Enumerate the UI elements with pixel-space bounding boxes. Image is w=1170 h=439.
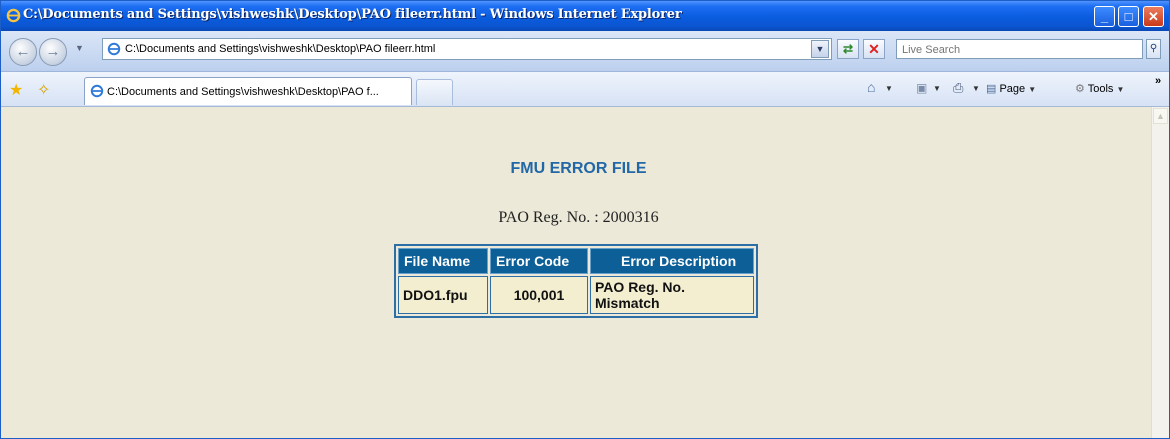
cell-error-code: 100,001 [490, 276, 588, 314]
new-tab-button[interactable] [416, 79, 453, 105]
page-heading: FMU ERROR FILE [510, 160, 647, 177]
column-header-error-code: Error Code [490, 248, 588, 274]
close-button[interactable]: ✕ [1143, 6, 1164, 27]
refresh-button[interactable]: ⇄ [837, 39, 859, 59]
forward-button[interactable]: → [39, 38, 67, 66]
chevron-up-icon: ▲ [1156, 111, 1165, 121]
cell-file-name: DDO1.fpu [398, 276, 488, 314]
ie-logo-icon [6, 8, 21, 23]
back-button[interactable]: ← [9, 38, 37, 66]
home-icon[interactable]: ⌂ [867, 79, 875, 95]
back-arrow-icon: ← [15, 43, 31, 60]
scroll-up-button[interactable]: ▲ [1153, 108, 1168, 124]
page-menu-button[interactable]: ▤ Page ▼ [986, 82, 1036, 95]
tab-label: C:\Documents and Settings\vishweshk\Desk… [107, 86, 379, 98]
maximize-icon: □ [1124, 9, 1133, 24]
stop-icon: ✕ [868, 41, 880, 57]
address-field[interactable]: C:\Documents and Settings\vishweshk\Desk… [102, 38, 832, 60]
pao-reg-number: PAO Reg. No. : 2000316 [498, 209, 659, 226]
table-row: DDO1.fpu 100,001 PAO Reg. No. Mismatch [398, 276, 754, 314]
close-icon: ✕ [1148, 9, 1159, 24]
refresh-icon: ⇄ [842, 42, 854, 56]
search-field[interactable] [896, 39, 1143, 59]
tools-menu-button[interactable]: ⚙ Tools ▼ [1075, 82, 1124, 95]
feeds-icon[interactable]: ▣ [916, 81, 927, 95]
vertical-scrollbar[interactable]: ▲ [1151, 107, 1169, 438]
page-icon: ▤ [986, 83, 997, 95]
stop-button[interactable]: ✕ [863, 39, 885, 59]
address-dropdown-button[interactable]: ▼ [811, 40, 829, 58]
toolbar-overflow-icon[interactable]: » [1155, 75, 1161, 87]
column-header-error-description: Error Description [590, 248, 754, 274]
forward-arrow-icon: → [45, 43, 61, 60]
page-menu-label: Page [999, 83, 1026, 95]
add-favorite-icon[interactable]: ✧ [37, 80, 50, 100]
home-dropdown-icon[interactable]: ▼ [885, 82, 893, 94]
chevron-down-icon: ▼ [1028, 85, 1037, 94]
recent-pages-dropdown-icon[interactable]: ▼ [75, 43, 84, 53]
maximize-button[interactable]: □ [1118, 6, 1139, 27]
chevron-down-icon: ▼ [815, 44, 825, 54]
print-dropdown-icon[interactable]: ▼ [972, 82, 980, 94]
address-url: C:\Documents and Settings\vishweshk\Desk… [125, 43, 436, 55]
table-header-row: File Name Error Code Error Description [398, 248, 754, 274]
cell-error-description: PAO Reg. No. Mismatch [590, 276, 754, 314]
search-button[interactable]: ⚲ [1146, 39, 1161, 59]
page-content: FMU ERROR FILE PAO Reg. No. : 2000316 Fi… [6, 107, 1151, 438]
chevron-down-icon: ▼ [1116, 85, 1125, 94]
title-bar[interactable]: C:\Documents and Settings\vishweshk\Desk… [1, 1, 1169, 31]
feeds-dropdown-icon[interactable]: ▼ [933, 82, 941, 94]
window-title: C:\Documents and Settings\vishweshk\Desk… [23, 7, 682, 22]
gear-icon: ⚙ [1075, 83, 1085, 95]
tools-menu-label: Tools [1087, 83, 1114, 95]
favorites-star-icon[interactable]: ★ [9, 80, 23, 100]
column-header-file-name: File Name [398, 248, 488, 274]
print-icon[interactable]: ⎙ [953, 80, 963, 96]
error-table: File Name Error Code Error Description D… [394, 244, 758, 318]
tab-active[interactable]: C:\Documents and Settings\vishweshk\Desk… [84, 77, 412, 105]
address-toolbar: ← → ▼ C:\Documents and Settings\vishwesh… [1, 31, 1169, 72]
search-input[interactable] [902, 42, 1132, 58]
search-icon: ⚲ [1149, 43, 1158, 54]
minimize-button[interactable]: _ [1094, 6, 1115, 27]
ie-page-icon [90, 84, 104, 98]
minimize-icon: _ [1100, 9, 1109, 24]
tab-bar: ★ ✧ C:\Documents and Settings\vishweshk\… [1, 72, 1169, 107]
browser-window: C:\Documents and Settings\vishweshk\Desk… [0, 0, 1170, 439]
ie-page-icon [107, 42, 121, 56]
